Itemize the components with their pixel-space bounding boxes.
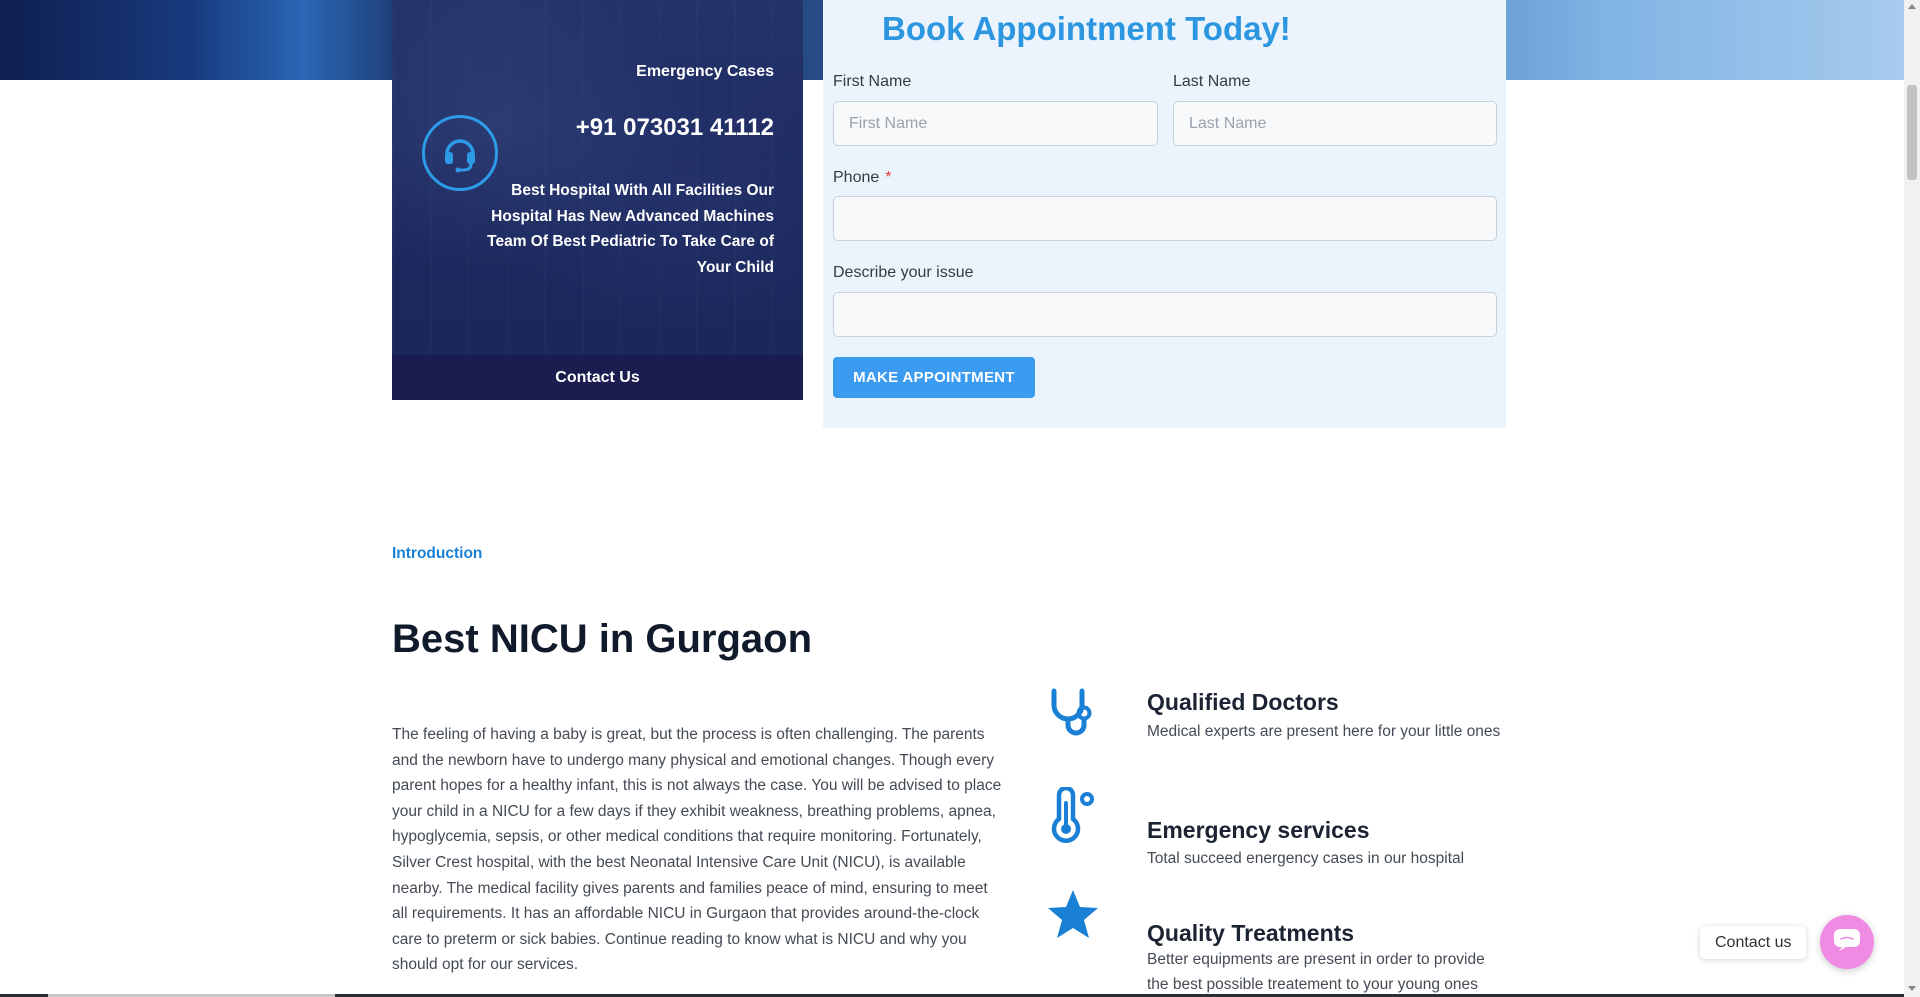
- last-name-input[interactable]: [1173, 101, 1497, 146]
- phone-label: Phone *: [833, 169, 892, 187]
- feature-title-qualified-doctors: Qualified Doctors: [1147, 689, 1339, 715]
- issue-input[interactable]: [833, 292, 1497, 337]
- section-title: Best NICU in Gurgaon: [392, 617, 813, 661]
- first-name-label: First Name: [833, 73, 912, 90]
- chat-icon: [1833, 928, 1861, 957]
- scrollbar-thumb[interactable]: [1907, 85, 1917, 180]
- feature-title-quality-treatments: Quality Treatments: [1147, 920, 1355, 946]
- emergency-label: Emergency Cases: [636, 63, 774, 80]
- required-asterisk: *: [885, 169, 892, 186]
- contact-us-button[interactable]: Contact Us: [392, 355, 803, 400]
- floating-contact-label[interactable]: Contact us: [1700, 926, 1807, 959]
- floating-contact-button[interactable]: [1820, 915, 1874, 969]
- star-icon: [1045, 887, 1101, 943]
- last-name-label: Last Name: [1173, 73, 1251, 90]
- emergency-description: Best Hospital With All Facilities Our Ho…: [487, 182, 774, 276]
- page: Emergency Cases +91 073031 41112 Best Ho…: [0, 0, 1920, 997]
- emergency-phone-number[interactable]: +91 073031 41112: [576, 114, 774, 142]
- feature-desc-quality-treatments: Better equipments are present in order t…: [1147, 951, 1485, 993]
- appointment-form-title: Book Appointment Today!: [882, 10, 1291, 47]
- scroll-up-arrow-icon[interactable]: [1908, 4, 1916, 9]
- first-name-input[interactable]: [833, 101, 1158, 146]
- scroll-down-arrow-icon[interactable]: [1908, 986, 1916, 991]
- phone-input[interactable]: [833, 196, 1497, 241]
- appointment-form-panel: Book Appointment Today! First Name Last …: [823, 0, 1506, 428]
- stethoscope-icon: [1045, 685, 1101, 741]
- intro-paragraph: The feeling of having a baby is great, b…: [392, 726, 1002, 974]
- phone-label-text: Phone: [833, 169, 880, 186]
- feature-title-emergency-services: Emergency services: [1147, 817, 1370, 843]
- feature-desc-qualified-doctors: Medical experts are present here for you…: [1147, 723, 1501, 740]
- section-eyebrow: Introduction: [392, 545, 483, 562]
- make-appointment-button[interactable]: MAKE APPOINTMENT: [833, 357, 1035, 398]
- issue-label: Describe your issue: [833, 264, 974, 281]
- emergency-card: Emergency Cases +91 073031 41112 Best Ho…: [392, 0, 803, 400]
- thermometer-icon: [1045, 785, 1101, 843]
- feature-desc-emergency-services: Total succeed energency cases in our hos…: [1147, 850, 1465, 867]
- page-scrollbar[interactable]: [1904, 0, 1920, 997]
